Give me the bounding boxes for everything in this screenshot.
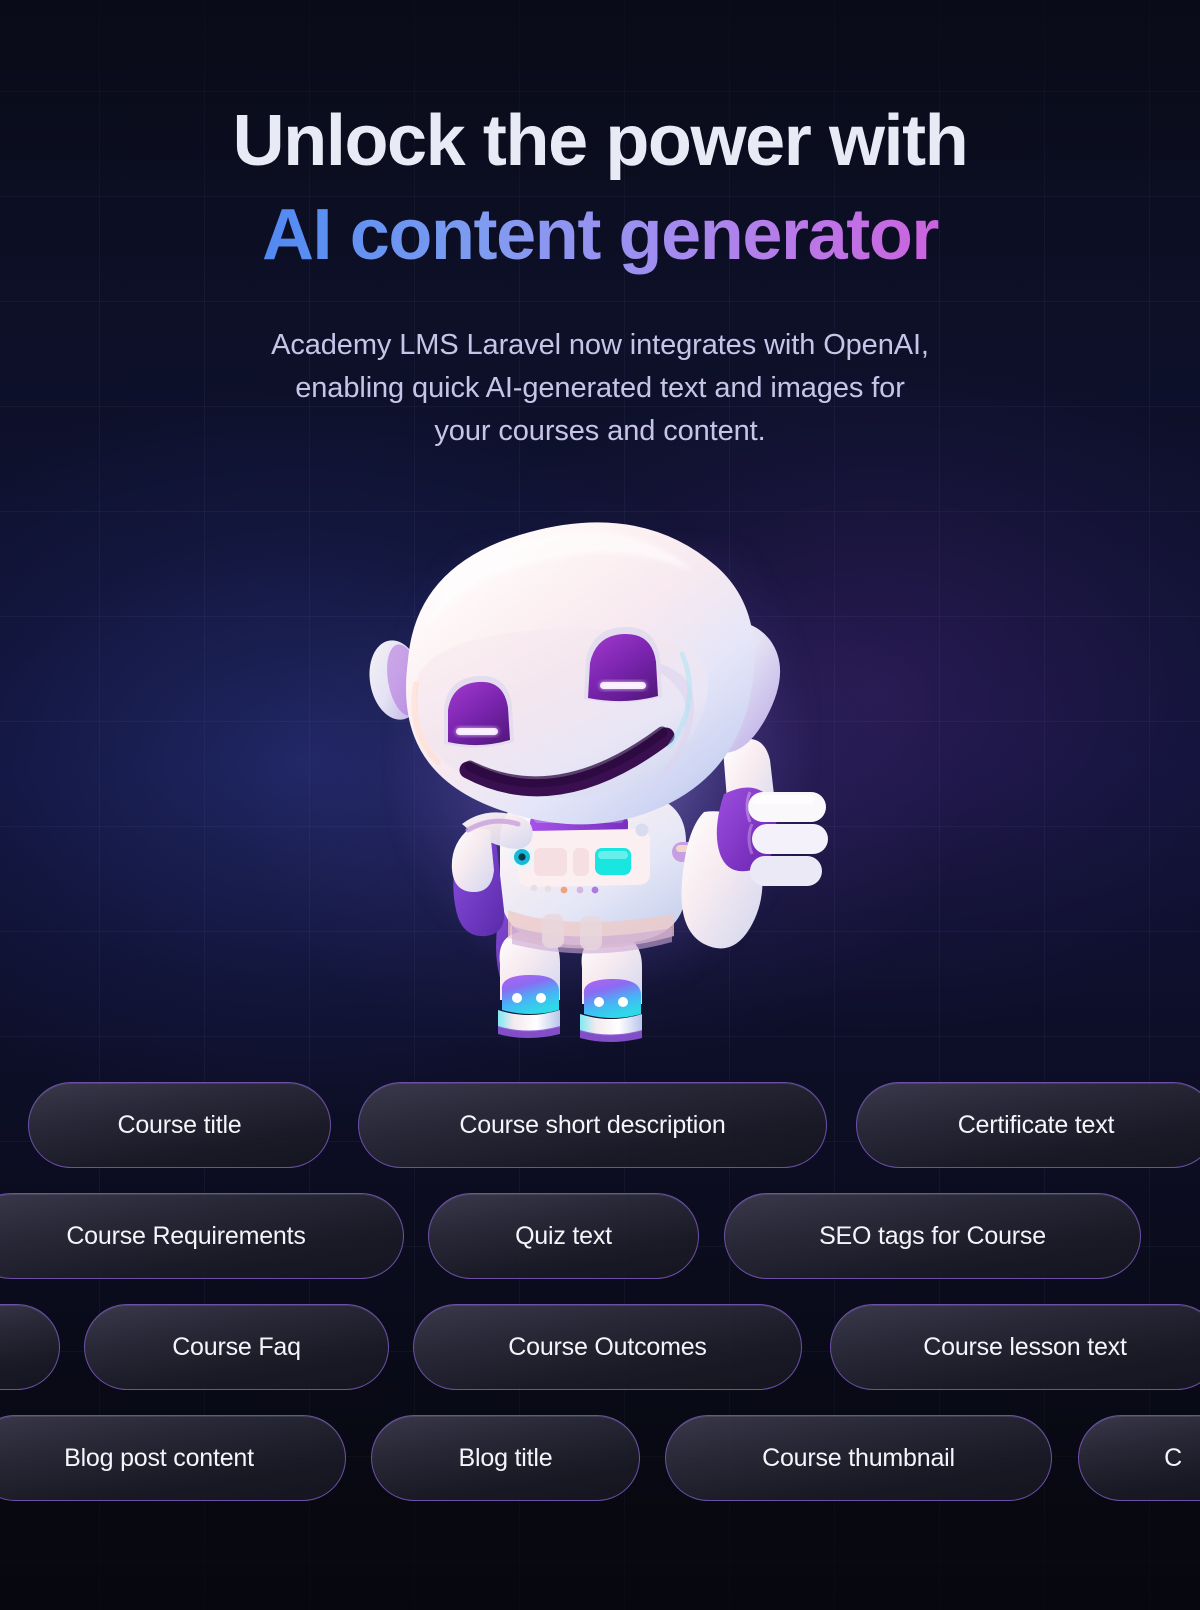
hero-section: Unlock the power with AI content generat… [0, 94, 1200, 453]
page-title-line-2-gradient: AI content generator [0, 188, 1200, 282]
prompt-chip[interactable]: Blog post content [0, 1415, 346, 1501]
prompt-chip[interactable]: Certificate text [856, 1082, 1200, 1168]
chip-row-1: Course title Course short description Cert… [0, 1082, 1200, 1168]
prompt-chip[interactable]: Course Requirements [0, 1193, 404, 1279]
prompt-chip[interactable]: Course title [28, 1082, 331, 1168]
prompt-chip[interactable]: C [1078, 1415, 1200, 1501]
prompt-chip-label: Course Requirements [66, 1221, 306, 1250]
chip-row-2: Course Requirements Quiz text SEO tags for… [0, 1193, 1200, 1279]
prompt-chip[interactable]: Course lesson text [830, 1304, 1200, 1390]
prompt-chip-label: Course short description [459, 1110, 726, 1139]
prompt-chip-label: SEO tags for Course [819, 1221, 1046, 1250]
prompt-chip[interactable]: Quiz text [428, 1193, 699, 1279]
page-title-line-1: Unlock the power with [232, 101, 969, 181]
prompt-chip-label: Course Outcomes [508, 1332, 707, 1361]
hero-subtitle-line-3: your courses and content. [434, 415, 766, 447]
ai-content-generator-hero: Unlock the power with AI content generat… [0, 0, 1200, 1610]
prompt-chip-label: Blog post content [64, 1443, 254, 1472]
prompt-chip-label: Blog title [458, 1443, 553, 1472]
prompt-chip[interactable]: Blog title [371, 1415, 640, 1501]
prompt-chip[interactable]: SEO tags for Course [724, 1193, 1141, 1279]
prompt-chip[interactable]: Course thumbnail [665, 1415, 1052, 1501]
prompt-chip[interactable]: Course Faq [84, 1304, 389, 1390]
prompt-chip-label: Quiz text [515, 1221, 612, 1250]
hero-subtitle-line-2: enabling quick AI-generated text and ima… [295, 372, 905, 404]
prompt-chip[interactable]: Course short description [358, 1082, 827, 1168]
hero-subtitle: Academy LMS Laravel now integrates with … [0, 324, 1200, 453]
prompt-chip-label: Certificate text [957, 1110, 1115, 1139]
prompt-chip-label: Course title [117, 1110, 242, 1139]
ai-robot-mascot-icon [352, 512, 872, 1072]
prompt-chip-label: C [1164, 1443, 1182, 1472]
chip-row-3: Course Faq Course Outcomes Course lesson t… [0, 1304, 1200, 1390]
prompt-chip-label: Course thumbnail [762, 1443, 955, 1472]
prompt-chip-label: Course lesson text [923, 1332, 1127, 1361]
prompt-suggestion-chips: Course title Course short description Cert… [0, 1082, 1200, 1526]
chip-row-4: Blog post content Blog title Course thumbn… [0, 1415, 1200, 1501]
prompt-chip[interactable] [0, 1304, 60, 1390]
prompt-chip-label: Course Faq [172, 1332, 301, 1361]
prompt-chip[interactable]: Course Outcomes [413, 1304, 802, 1390]
hero-subtitle-line-1: Academy LMS Laravel now integrates with … [271, 329, 929, 361]
